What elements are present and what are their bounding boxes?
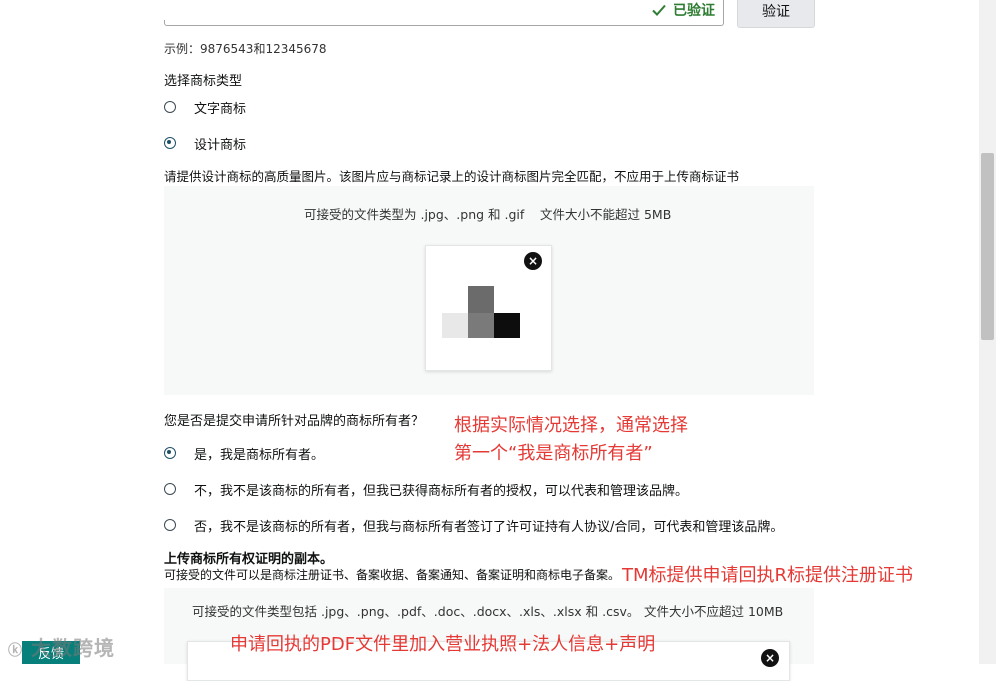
accepted-file-types: 可接受的文件类型为 .jpg、.png 和 .gif	[304, 207, 525, 222]
annotation-owner-note: 根据实际情况选择，通常选择 第一个“我是商标所有者”	[454, 412, 688, 468]
radio-design-mark[interactable]: 设计商标	[164, 134, 246, 153]
annotation-pdf-note: 申请回执的PDF文件里加入营业执照+法人信息+声明	[230, 634, 656, 655]
radio-label: 是，我是商标所有者。	[194, 448, 325, 463]
annotation-line: 根据实际情况选择，通常选择	[454, 415, 688, 436]
verify-button[interactable]: 验证	[737, 0, 815, 28]
radio-owner-authorized[interactable]: 不，我不是该商标的所有者，但我已获得商标所有者的授权，可以代表和管理该品牌。	[164, 480, 688, 499]
checkmark-icon	[652, 4, 666, 16]
radio-unchecked-icon[interactable]	[164, 483, 176, 495]
trademark-type-heading: 选择商标类型	[164, 74, 243, 89]
ownership-proof-heading: 上传商标所有权证明的副本。	[164, 552, 334, 567]
max-file-size: 文件大小不应超过 10MB	[644, 604, 784, 619]
pixel-block	[494, 313, 520, 338]
pixel-block	[468, 286, 494, 313]
radio-owner-licensee[interactable]: 否，我不是该商标的所有者，但我与商标所有者签订了许可证持有人协议/合同，可代表和…	[164, 516, 783, 535]
pixel-block	[442, 313, 468, 338]
radio-unchecked-icon[interactable]	[164, 101, 176, 113]
radio-owner-yes[interactable]: 是，我是商标所有者。	[164, 444, 324, 463]
radio-unchecked-icon[interactable]	[164, 519, 176, 531]
radio-label: 不，我不是该商标的所有者，但我已获得商标所有者的授权，可以代表和管理该品牌。	[194, 484, 689, 499]
owner-question: 您是否是提交申请所针对品牌的商标所有者？	[164, 414, 425, 429]
radio-label: 否，我不是该商标的所有者，但我与商标所有者签订了许可证持有人协议/合同，可代表和…	[194, 520, 784, 535]
remove-image-icon[interactable]: ×	[524, 252, 542, 270]
max-file-size: 文件大小不能超过 5MB	[540, 207, 672, 222]
remove-file-icon[interactable]: ×	[761, 649, 779, 667]
watermark-logo: ⓚ 大数跨境	[8, 636, 115, 660]
accepted-file-types: 可接受的文件类型包括 .jpg、.png、.pdf、.doc、.docx、.xl…	[192, 604, 640, 619]
radio-word-mark[interactable]: 文字商标	[164, 98, 246, 117]
annotation-line: 第一个“我是商标所有者”	[454, 443, 653, 464]
radio-checked-icon[interactable]	[164, 137, 176, 149]
registration-number-input[interactable]: 已验证	[164, 0, 724, 26]
design-image-instruction: 请提供设计商标的高质量图片。该图片应与商标记录上的设计商标图片完全匹配，不应用于…	[164, 169, 740, 184]
watermark-text: 大数跨境	[30, 636, 115, 660]
radio-label: 设计商标	[194, 138, 247, 153]
annotation-proof-note: TM标提供申请回执R标提供注册证书	[622, 565, 914, 586]
radio-checked-icon[interactable]	[164, 447, 176, 459]
pixel-block	[468, 313, 494, 338]
scrollbar-thumb[interactable]	[981, 153, 994, 340]
ownership-proof-description: 可接受的文件可以是商标注册证书、备案收据、备案通知、备案证明和商标电子备案。	[164, 568, 621, 582]
input-edge-mask	[158, 0, 214, 20]
verified-label: 已验证	[673, 3, 715, 19]
radio-label: 文字商标	[194, 102, 247, 117]
example-hint: 示例：9876543和12345678	[164, 42, 327, 56]
verified-status: 已验证	[651, 0, 715, 20]
